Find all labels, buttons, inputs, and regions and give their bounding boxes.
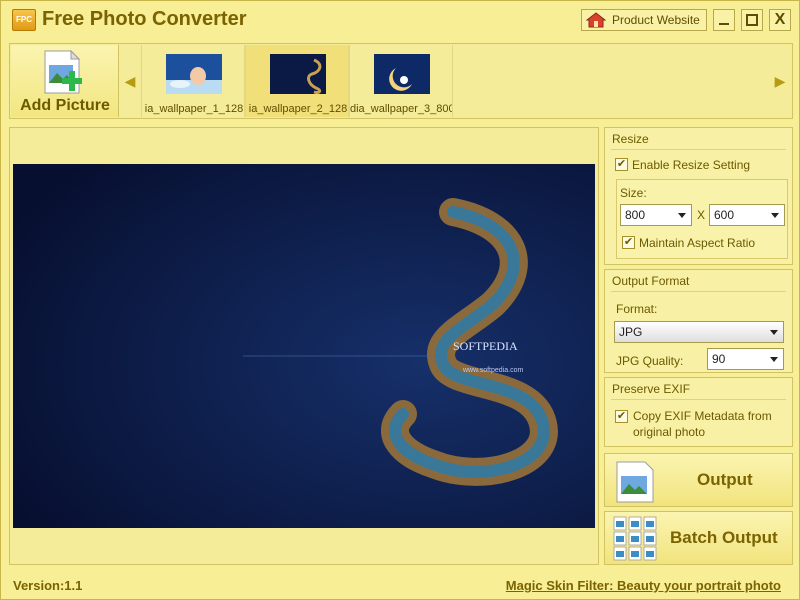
- title-bar: FPC Free Photo Converter Product Website…: [1, 1, 800, 39]
- format-select[interactable]: JPG: [614, 321, 784, 343]
- batch-photos-icon: [613, 516, 657, 561]
- copy-exif-label-line1: Copy EXIF Metadata from: [633, 409, 772, 423]
- thumbnail-label: ia_wallpaper_1_128: [144, 103, 244, 115]
- product-website-label: Product Website: [612, 13, 700, 27]
- preview-pane: SOFTPEDIA www.softpedia.com: [9, 127, 599, 565]
- app-window: FPC Free Photo Converter Product Website…: [0, 0, 800, 600]
- chevron-down-icon: [771, 213, 779, 218]
- size-box: Size: 800 X 600 ✔ Maintain Aspect Ratio: [616, 179, 788, 259]
- minimize-button[interactable]: [713, 9, 735, 31]
- arrow-right-icon: ▶: [774, 72, 786, 89]
- resize-group: Resize ✔ Enable Resize Setting Size: 800…: [604, 127, 793, 265]
- app-logo-icon: FPC: [12, 9, 36, 31]
- version-text: Version:1.1: [13, 578, 83, 593]
- arrow-left-icon: ◀: [124, 72, 136, 89]
- thumbnail-label: dia_wallpaper_3_800: [350, 103, 453, 115]
- jpg-quality-select[interactable]: 90: [707, 348, 784, 370]
- copy-exif-checkbox[interactable]: ✔: [615, 410, 628, 423]
- add-picture-button[interactable]: Add Picture: [11, 45, 119, 117]
- add-picture-icon: [44, 49, 82, 94]
- preview-image: SOFTPEDIA www.softpedia.com: [13, 164, 595, 528]
- thumbnail-item-selected[interactable]: ia_wallpaper_2_128: [245, 45, 349, 117]
- size-separator: X: [697, 208, 706, 222]
- chevron-down-icon: [678, 213, 686, 218]
- height-select[interactable]: 600: [709, 204, 785, 226]
- thumbnail-item[interactable]: ia_wallpaper_1_128: [141, 45, 245, 117]
- close-button[interactable]: X: [769, 9, 791, 31]
- batch-output-label: Batch Output: [670, 528, 778, 547]
- height-value: 600: [714, 208, 735, 222]
- app-title: Free Photo Converter: [42, 8, 247, 30]
- output-button[interactable]: Output: [604, 453, 793, 507]
- width-select[interactable]: 800: [620, 204, 692, 226]
- enable-resize-checkbox[interactable]: ✔: [615, 158, 628, 171]
- width-value: 800: [625, 208, 646, 222]
- output-format-title: Output Format: [612, 274, 690, 288]
- watermark-url: www.softpedia.com: [462, 367, 523, 374]
- output-label: Output: [697, 470, 753, 489]
- minimize-icon: [719, 23, 729, 25]
- magic-skin-filter-link[interactable]: Magic Skin Filter: Beauty your portrait …: [506, 578, 781, 593]
- preserve-exif-group: Preserve EXIF ✔ Copy EXIF Metadata from …: [604, 377, 793, 447]
- size-label: Size:: [620, 186, 647, 200]
- divider: [611, 291, 786, 292]
- maximize-button[interactable]: [741, 9, 763, 31]
- chevron-down-icon: [770, 357, 778, 362]
- output-format-group: Output Format Format: JPG JPG Quality: 9…: [604, 269, 793, 373]
- divider: [611, 399, 786, 400]
- status-bar: Version:1.1 Magic Skin Filter: Beauty yo…: [1, 571, 800, 600]
- copy-exif-label-line2: original photo: [633, 425, 706, 439]
- resize-title: Resize: [612, 132, 649, 146]
- chevron-down-icon: [770, 330, 778, 335]
- preserve-exif-title: Preserve EXIF: [612, 382, 691, 396]
- jpg-quality-value: 90: [712, 352, 726, 366]
- maintain-aspect-checkbox[interactable]: ✔: [622, 236, 635, 249]
- thumbnail-image: [270, 54, 326, 94]
- output-photo-icon: [616, 461, 654, 503]
- thumbnail-label: ia_wallpaper_2_128: [248, 103, 348, 115]
- thumbnail-item[interactable]: dia_wallpaper_3_800: [349, 45, 453, 117]
- maintain-aspect-label: Maintain Aspect Ratio: [639, 236, 756, 250]
- add-picture-label: Add Picture: [20, 97, 110, 114]
- format-value: JPG: [619, 325, 643, 339]
- enable-resize-label: Enable Resize Setting: [632, 158, 751, 172]
- watermark-text: SOFTPEDIA: [453, 339, 518, 353]
- format-label: Format:: [616, 302, 658, 316]
- thumbnail-strip: Add Picture ◀ ia_wallpaper_1_128 ia_wall…: [9, 43, 793, 119]
- divider: [611, 149, 786, 150]
- scroll-right-button[interactable]: ▶: [770, 45, 790, 117]
- thumbnail-image: [374, 54, 430, 94]
- thumbnail-image: [166, 54, 222, 94]
- close-icon: X: [774, 11, 786, 28]
- jpg-quality-label: JPG Quality:: [616, 354, 684, 368]
- product-website-button[interactable]: Product Website: [581, 9, 707, 31]
- home-icon: [586, 12, 606, 28]
- scroll-left-button[interactable]: ◀: [120, 45, 140, 117]
- batch-output-button[interactable]: Batch Output: [604, 511, 793, 565]
- maximize-icon: [746, 14, 758, 26]
